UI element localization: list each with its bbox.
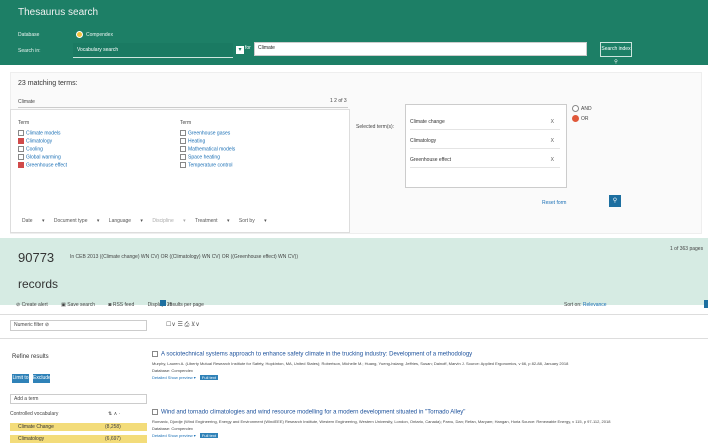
term-item[interactable]: Climate models xyxy=(18,130,60,136)
result-record: A sociotechnical systems approach to enh… xyxy=(152,351,702,380)
checkbox-checked-icon[interactable] xyxy=(18,162,24,168)
save-search-link[interactable]: ▣ Save search xyxy=(61,302,101,308)
results-summary xyxy=(0,238,708,305)
results-query: In CEB 2013 ((Climate change) WN CV) OR … xyxy=(70,254,299,260)
rss-feed-link[interactable]: ◙ RSS feed xyxy=(108,302,140,308)
term-column-header: Term xyxy=(18,120,30,126)
checkbox-icon[interactable] xyxy=(180,130,186,136)
remove-term-icon[interactable]: X xyxy=(551,115,554,129)
selected-term: Greenhouse effect X xyxy=(410,153,560,168)
remove-term-icon[interactable]: X xyxy=(551,134,554,148)
radio-icon[interactable] xyxy=(572,105,579,112)
results-count: 90773 xyxy=(18,250,55,265)
filter-date[interactable]: Date ▾ xyxy=(22,218,44,224)
for-label: for xyxy=(245,45,251,51)
selected-terms-label: Selected term(s): xyxy=(356,124,395,130)
full-text-button[interactable]: Full text xyxy=(199,374,218,380)
chevron-down-icon[interactable]: ▾ xyxy=(236,46,244,54)
record-database: Database: Compendex xyxy=(152,425,193,431)
selected-term: Climate change X xyxy=(410,115,560,130)
record-title[interactable]: Wind and tornado climatologies and wind … xyxy=(152,409,702,416)
record-title[interactable]: A sociotechnical systems approach to enh… xyxy=(152,351,702,358)
create-alert-link[interactable]: ⊘ Create alert xyxy=(16,302,54,308)
sort-select[interactable] xyxy=(704,300,708,308)
filter-treatment[interactable]: Treatment ▾ xyxy=(195,218,230,224)
term-item[interactable]: Greenhouse gases xyxy=(180,130,230,136)
checkbox-icon[interactable] xyxy=(18,146,24,152)
matching-heading: Climate xyxy=(18,99,348,108)
reset-form-link[interactable]: Reset form xyxy=(542,200,566,206)
filter-bar: Date ▾ Document type ▾ Language ▾ Discip… xyxy=(22,218,275,224)
term-input[interactable]: Climate xyxy=(254,42,587,56)
remove-term-icon[interactable]: X xyxy=(551,153,554,167)
checkbox-icon[interactable] xyxy=(18,130,24,136)
result-record: Wind and tornado climatologies and wind … xyxy=(152,409,702,438)
database-option[interactable]: Compendex xyxy=(76,31,113,38)
results-per-page-select[interactable] xyxy=(160,300,166,306)
checkbox-icon[interactable] xyxy=(18,154,24,160)
radio-selected-icon[interactable] xyxy=(76,31,83,38)
checkbox-icon[interactable] xyxy=(180,154,186,160)
divider xyxy=(0,338,708,339)
record-links[interactable]: Detailed Show preview ▾ Full text xyxy=(152,374,702,380)
filter-discipline[interactable]: Discipline ▾ xyxy=(152,218,185,224)
record-authors: Romanic, Djordje (Wind Engineering, Ener… xyxy=(152,418,611,424)
refine-results-heading: Refine results xyxy=(12,354,49,360)
filter-language[interactable]: Language ▾ xyxy=(109,218,143,224)
controlled-vocabulary-heading: Controlled vocabulary xyxy=(10,411,59,417)
limit-to-button[interactable]: Limit to xyxy=(12,374,29,383)
search-in-select[interactable]: Vocabulary search xyxy=(73,43,233,58)
matching-pagination[interactable]: 1 2 of 3 xyxy=(330,98,347,104)
facet-item[interactable]: Climatology xyxy=(10,435,147,443)
operator-and[interactable]: AND xyxy=(572,105,592,112)
checkbox-icon[interactable] xyxy=(152,351,158,357)
record-links[interactable]: Detailed Show preview ▾ Full text xyxy=(152,432,702,438)
term-item[interactable]: Mathematical models xyxy=(180,146,235,152)
term-item[interactable]: Greenhouse effect xyxy=(18,162,67,168)
terms-table xyxy=(10,109,350,233)
filter-sort-by[interactable]: Sort by ▾ xyxy=(239,218,267,224)
exclude-button[interactable]: Exclude xyxy=(33,374,51,383)
add-term-input[interactable]: Add a term xyxy=(10,394,147,404)
term-item[interactable]: Global warming xyxy=(18,154,61,160)
checkbox-icon[interactable] xyxy=(180,138,186,144)
database-label: Database xyxy=(18,32,40,38)
divider xyxy=(0,314,708,315)
sort-order-icon[interactable]: ⇅ ∧ · xyxy=(108,411,120,417)
matching-count: 23 matching terms: xyxy=(18,80,78,87)
page-title: Thesaurus search xyxy=(18,7,99,18)
numeric-filter-input[interactable]: Numeric filter ⊘ xyxy=(10,320,147,331)
record-authors: Murphy, Lauren A. (Liberty Mutual Resear… xyxy=(152,360,569,366)
checkbox-checked-icon[interactable] xyxy=(18,138,24,144)
search-in-label: Search in: xyxy=(18,48,41,54)
checkbox-icon[interactable] xyxy=(180,146,186,152)
radio-selected-icon[interactable] xyxy=(572,115,579,122)
results-actions[interactable]: ☐∨ ☰ ⎙ ⊻∨ xyxy=(166,321,200,329)
checkbox-icon[interactable] xyxy=(152,409,158,415)
facet-count: (6,697) xyxy=(105,436,121,442)
term-item[interactable]: Space heating xyxy=(180,154,220,160)
search-index-button[interactable]: Search index ⚲ xyxy=(600,42,632,65)
results-pages: 1 of 363 pages xyxy=(670,246,704,252)
term-column-header: Term xyxy=(180,120,192,126)
term-item[interactable]: Temperature control xyxy=(180,162,232,168)
term-item[interactable]: Cooling xyxy=(18,146,43,152)
records-label: records xyxy=(18,277,59,291)
filter-document-type[interactable]: Document type ▾ xyxy=(54,218,100,224)
results-toolbar: ⊘ Create alert ▣ Save search ◙ RSS feed … xyxy=(16,302,178,308)
full-text-button[interactable]: Full text xyxy=(199,432,218,438)
term-item[interactable]: Heating xyxy=(180,138,205,144)
checkbox-icon[interactable] xyxy=(180,162,186,168)
record-database: Database: Compendex xyxy=(152,367,193,373)
search-icon[interactable]: ⚲ xyxy=(609,195,621,207)
results-per-page-label: results per page xyxy=(168,302,204,308)
facet-count: (8,258) xyxy=(105,424,121,430)
selected-term: Climatology X xyxy=(410,134,560,149)
facet-item[interactable]: Climate Change xyxy=(10,423,147,431)
sort-on[interactable]: Sort on: Relevance xyxy=(564,302,607,308)
term-item[interactable]: Climatology xyxy=(18,138,52,144)
operator-or[interactable]: OR xyxy=(572,115,589,122)
